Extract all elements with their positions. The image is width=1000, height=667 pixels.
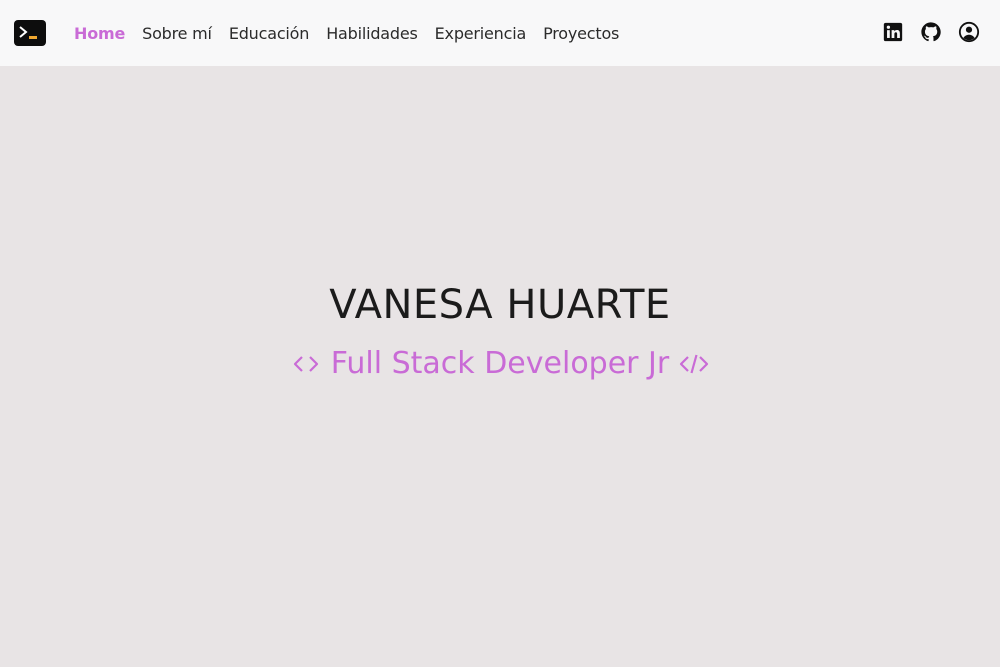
nav-link-educacion[interactable]: Educación xyxy=(229,24,310,43)
hero-section: VANESA HUARTE Full Stack Developer Jr xyxy=(0,66,1000,667)
terminal-icon[interactable] xyxy=(14,20,46,46)
github-icon[interactable] xyxy=(920,21,942,43)
navbar: Home Sobre mí Educación Habilidades Expe… xyxy=(0,0,1000,66)
hero-name: VANESA HUARTE xyxy=(329,282,671,328)
nav-link-experiencia[interactable]: Experiencia xyxy=(435,24,527,43)
nav-link-home[interactable]: Home xyxy=(74,24,125,43)
nav-link-habilidades[interactable]: Habilidades xyxy=(326,24,418,43)
user-circle-icon[interactable] xyxy=(958,21,980,43)
hero-subtitle: Full Stack Developer Jr xyxy=(0,346,1000,381)
code-slash-icon xyxy=(680,354,709,373)
linkedin-icon[interactable] xyxy=(882,21,904,43)
code-brackets-icon xyxy=(293,355,318,372)
nav-links: Home Sobre mí Educación Habilidades Expe… xyxy=(74,0,636,66)
hero-role: Full Stack Developer Jr xyxy=(330,346,670,381)
cursor-bar xyxy=(29,36,37,39)
social-icons xyxy=(866,21,980,43)
prompt-chevron-icon xyxy=(19,26,28,38)
nav-link-proyectos[interactable]: Proyectos xyxy=(543,24,619,43)
nav-link-sobre-mi[interactable]: Sobre mí xyxy=(142,24,212,43)
